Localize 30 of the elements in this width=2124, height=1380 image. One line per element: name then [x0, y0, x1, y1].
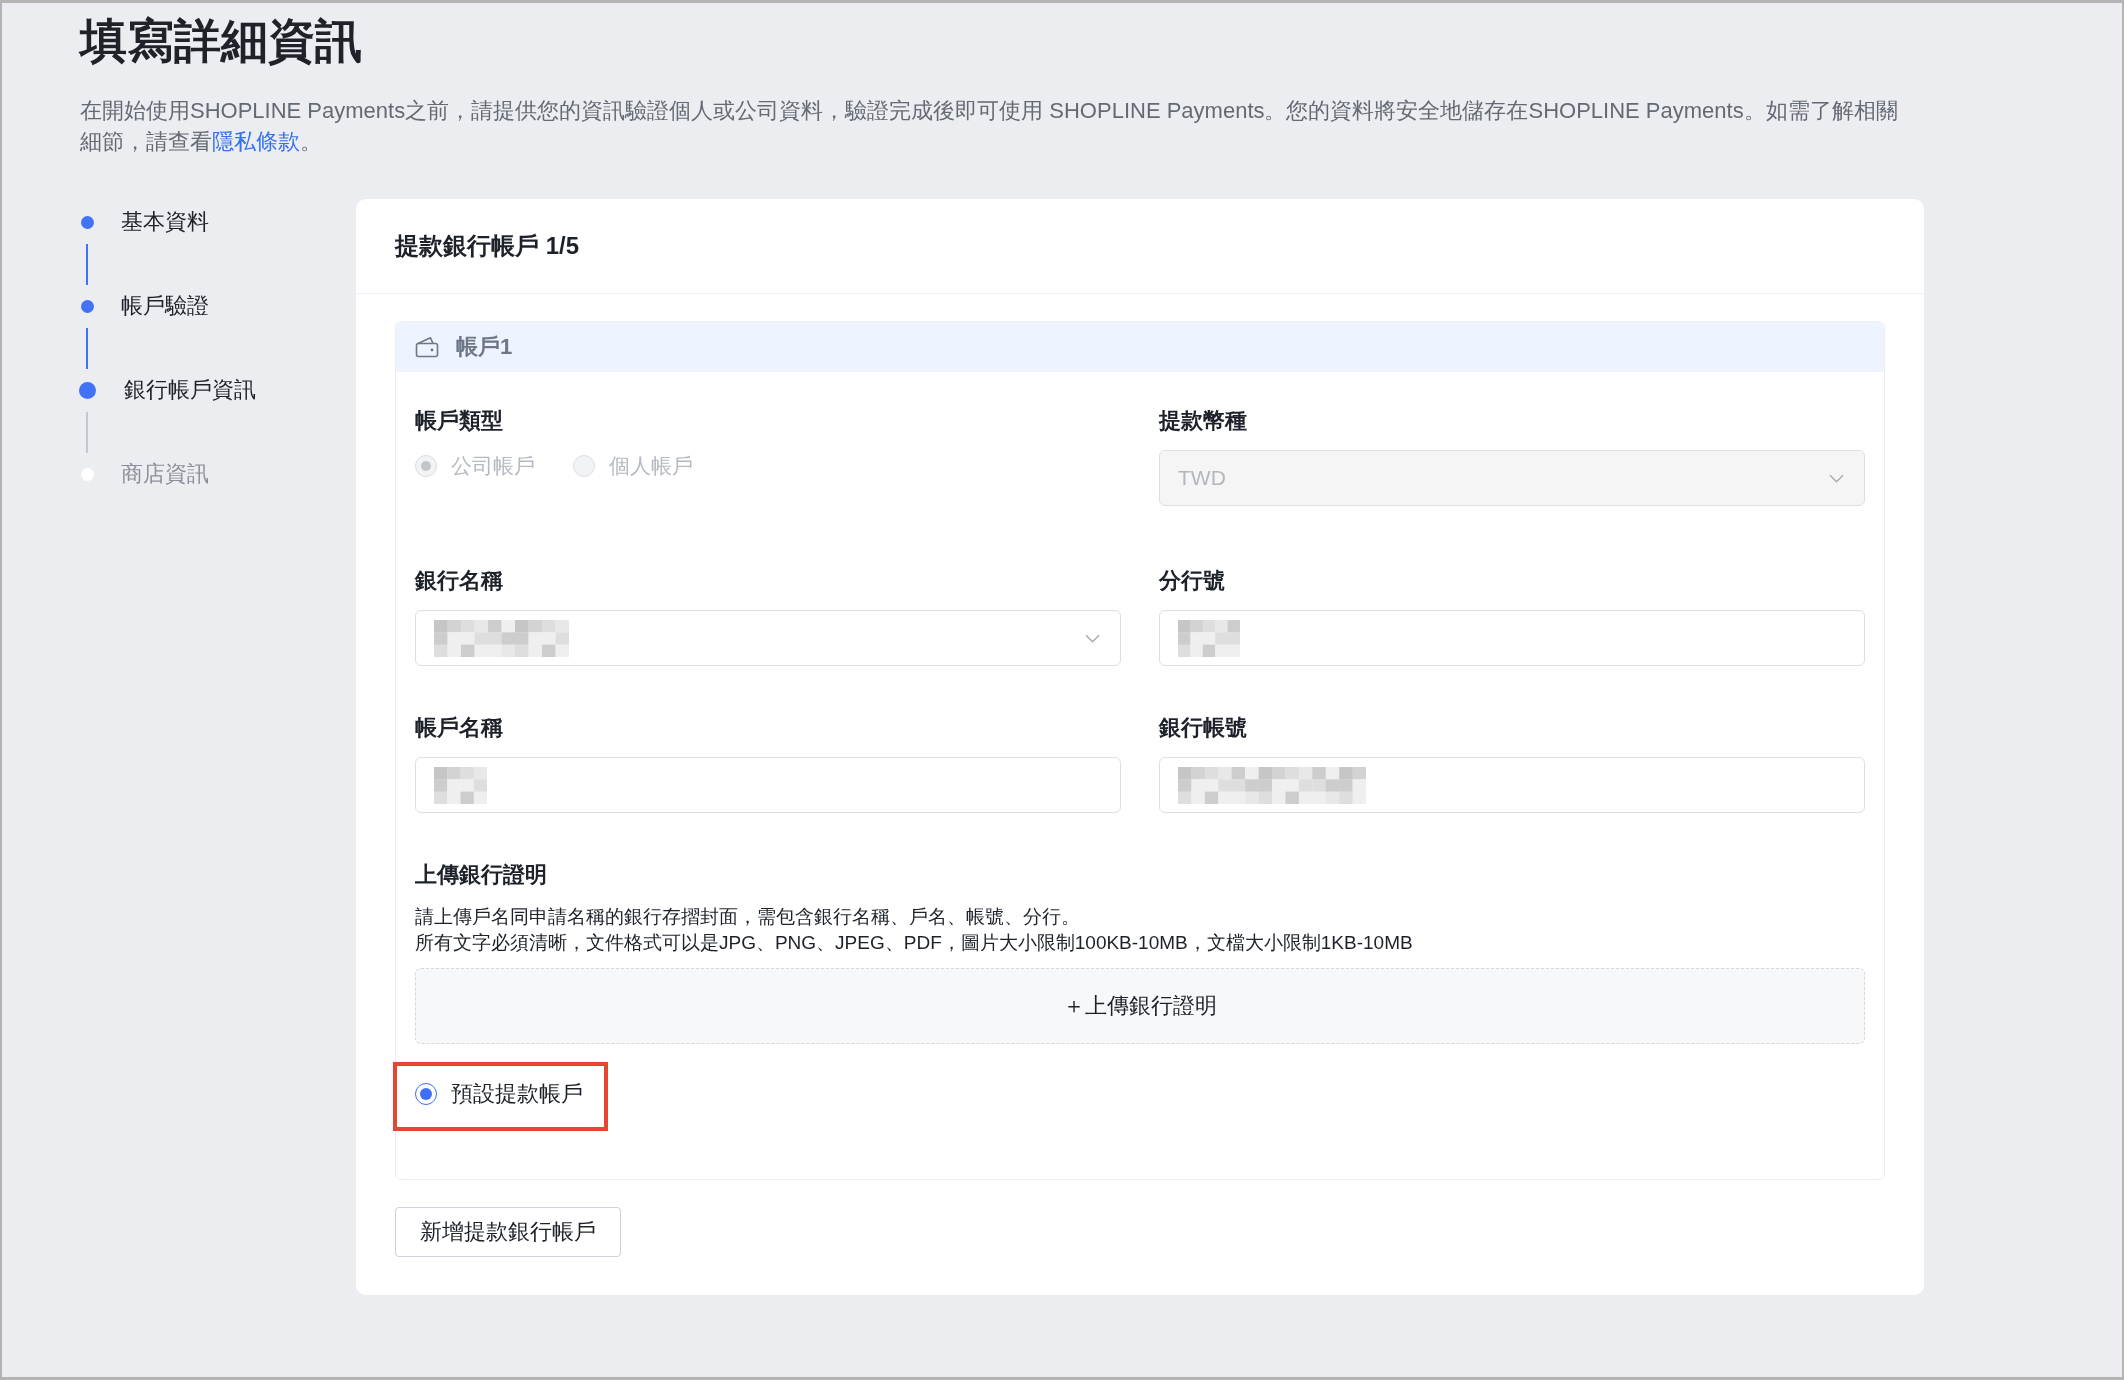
text-field[interactable] — [1159, 610, 1865, 666]
dropdown-field[interactable] — [415, 610, 1121, 666]
add-account-button[interactable]: 新增提款銀行帳戶 — [395, 1207, 621, 1257]
pixelated-placeholder — [1178, 619, 1240, 657]
intro-paragraph: 在開始使用SHOPLINE Payments之前，請提供您的資訊驗證個人或公司資料，驗證完成後即可使用 SHOPLINE Payments。您的資料將安全地儲存在SHOPLINE Payments。如需了解相關細節，請查看隱私條款。 — [80, 97, 1899, 156]
field-label: 上傳銀行證明 — [415, 861, 548, 889]
text-field[interactable] — [415, 757, 1121, 813]
page-title: 填寫詳細資訊 — [80, 13, 363, 69]
field-label: 銀行帳號 — [1159, 714, 1248, 742]
field-label: 銀行名稱 — [415, 567, 504, 595]
pixelated-placeholder — [434, 766, 487, 804]
chevron-down-icon — [1085, 633, 1100, 643]
step-label: 帳戶驗證 — [121, 292, 209, 320]
field-label: 帳戶名稱 — [415, 714, 504, 742]
privacy-link[interactable]: 隱私條款 — [212, 129, 300, 154]
chevron-down-icon — [1829, 473, 1844, 483]
step-label: 商店資訊 — [121, 460, 209, 488]
card-title: 提款銀行帳戶 1/5 — [395, 231, 580, 261]
help-text: 請上傳戶名同申請名稱的銀行存摺封面，需包含銀行名稱、戶名、帳號、分行。 — [415, 905, 1081, 929]
wallet-icon — [415, 336, 439, 358]
field-label: 提款幣種 — [1159, 407, 1248, 435]
step-label: 基本資料 — [121, 208, 209, 236]
field-label: 帳戶類型 — [415, 407, 504, 435]
upload-dropzone[interactable]: ＋上傳銀行證明 — [415, 968, 1865, 1044]
account-title: 帳戶1 — [456, 333, 513, 361]
field-label: 分行號 — [1159, 567, 1226, 595]
step-label: 銀行帳戶資訊 — [124, 376, 256, 404]
help-text: 所有文字必須清晰，文件格式可以是JPG、PNG、JPEG、PDF，圖片大小限制100KB-10MB，文檔大小限制1KB-10MB — [415, 931, 1414, 955]
radio-option[interactable]: 預設提款帳戶 — [415, 1078, 583, 1110]
text-field[interactable] — [1159, 757, 1865, 813]
